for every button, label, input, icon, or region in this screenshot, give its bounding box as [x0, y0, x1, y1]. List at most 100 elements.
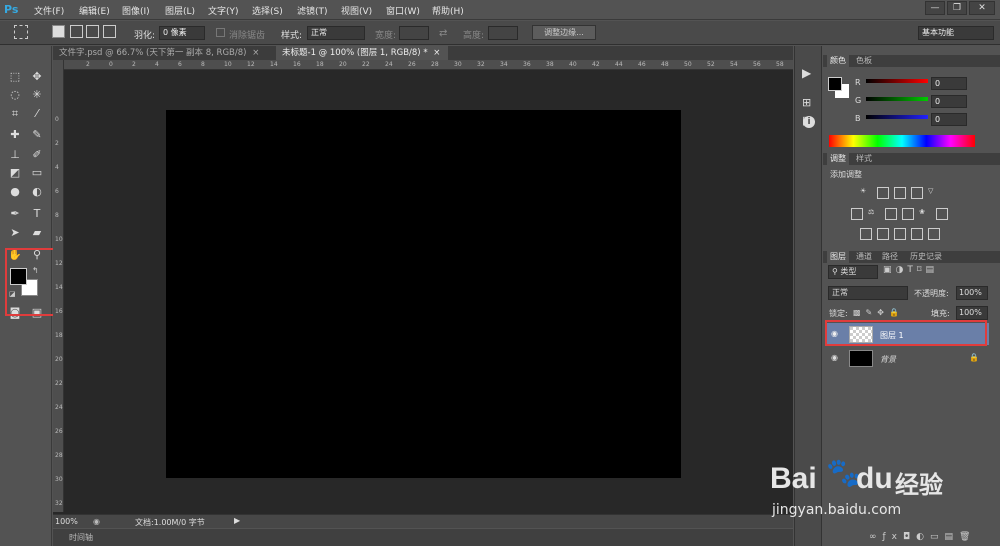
intersect-selection-icon[interactable] — [103, 25, 116, 38]
color-spectrum[interactable] — [829, 135, 975, 147]
green-slider[interactable] — [866, 97, 928, 101]
new-selection-icon[interactable] — [52, 25, 65, 38]
style-select[interactable]: 正常 — [307, 26, 365, 40]
hue-saturation-icon[interactable] — [851, 208, 863, 220]
minimize-button[interactable]: — — [925, 1, 945, 15]
layer-filter-select[interactable]: ⚲ 类型 — [828, 265, 878, 279]
tab-swatches[interactable]: 色板 — [853, 55, 875, 67]
menu-help[interactable]: 帮助(H) — [432, 4, 464, 17]
selective-color-icon[interactable] — [928, 228, 940, 240]
layer-filter-icons[interactable]: ▣◑T⌑▤ — [883, 265, 938, 275]
refine-edge-button[interactable]: 调整边缘... — [532, 25, 596, 40]
layer-row-background[interactable]: ◉ 背景 🔒 — [827, 347, 989, 369]
brightness-icon[interactable]: ☀ — [860, 187, 872, 199]
ruler-tick-label: 52 — [707, 61, 715, 68]
tab-channels[interactable]: 通道 — [853, 251, 875, 263]
blue-value[interactable]: 0 — [931, 113, 967, 126]
menu-layer[interactable]: 图层(L) — [165, 4, 195, 17]
color-fg-swatch[interactable] — [828, 77, 842, 91]
tab-document-2[interactable]: 未标题-1 @ 100% (图层 1, RGB/8) * × — [276, 46, 448, 60]
black-white-icon[interactable] — [885, 208, 897, 220]
timeline-label[interactable]: 时间轴 — [69, 532, 93, 543]
posterize-icon[interactable] — [877, 228, 889, 240]
tab-close-icon[interactable]: × — [252, 48, 259, 58]
workspace-select[interactable]: 基本功能 — [918, 26, 994, 40]
levels-icon[interactable] — [877, 187, 889, 199]
gradient-map-icon[interactable] — [911, 228, 923, 240]
restore-button[interactable]: ❐ — [947, 1, 967, 15]
menu-view[interactable]: 视图(V) — [341, 4, 372, 17]
path-select-tool-icon[interactable]: ➤ — [5, 224, 25, 242]
marquee-tool-icon[interactable]: ⬚ — [5, 68, 25, 86]
tab-layers[interactable]: 图层 — [827, 251, 849, 263]
menu-edit[interactable]: 编辑(E) — [79, 4, 110, 17]
crop-tool-icon[interactable]: ⌗ — [5, 105, 25, 123]
close-button[interactable]: ✕ — [969, 1, 995, 15]
healing-brush-tool-icon[interactable]: ✚ — [5, 126, 25, 144]
antialias-checkbox[interactable] — [216, 28, 225, 37]
blur-tool-icon[interactable]: ● — [5, 183, 25, 201]
blend-mode-select[interactable]: 正常 — [828, 286, 908, 300]
lasso-tool-icon[interactable]: ◌ — [5, 86, 25, 104]
invert-icon[interactable] — [860, 228, 872, 240]
tab-close-icon[interactable]: × — [433, 48, 440, 58]
brush-preset-icon[interactable]: ⊞ — [802, 96, 811, 109]
shape-tool-icon[interactable]: ▰ — [27, 224, 47, 242]
tab-document-1[interactable]: 文件字.psd @ 66.7% (天下第一 副本 8, RGB/8) × — [53, 46, 275, 60]
green-value[interactable]: 0 — [931, 95, 967, 108]
brush-tool-icon[interactable]: ✎ — [27, 126, 47, 144]
status-icon[interactable]: ◉ — [93, 517, 100, 526]
pen-tool-icon[interactable]: ✒ — [5, 205, 25, 223]
curves-icon[interactable] — [894, 187, 906, 199]
history-brush-tool-icon[interactable]: ✐ — [27, 146, 47, 164]
menu-select[interactable]: 选择(S) — [252, 4, 283, 17]
visibility-eye-icon[interactable]: ◉ — [831, 353, 838, 362]
add-selection-icon[interactable] — [70, 25, 83, 38]
type-tool-icon[interactable]: T — [27, 205, 47, 223]
feather-input[interactable]: 0 像素 — [159, 26, 205, 40]
eyedropper-tool-icon[interactable]: ⁄ — [27, 105, 47, 123]
info-icon[interactable]: i — [803, 116, 815, 128]
layer-bottom-icons[interactable]: ∞ƒx◘◐▭▤🗑 — [869, 532, 976, 542]
zoom-level[interactable]: 100% — [55, 517, 78, 526]
lock-icons[interactable]: ▩✎✥🔒 — [853, 308, 904, 317]
fill-input[interactable]: 100% — [956, 306, 988, 320]
height-input[interactable] — [488, 26, 518, 40]
clone-stamp-tool-icon[interactable]: ⊥ — [5, 146, 25, 164]
magic-wand-tool-icon[interactable]: ✳ — [27, 86, 47, 104]
blue-slider[interactable] — [866, 115, 928, 119]
move-tool-icon[interactable]: ✥ — [27, 68, 47, 86]
play-icon[interactable]: ▶ — [802, 66, 811, 80]
status-menu-arrow-icon[interactable]: ▶ — [234, 516, 240, 525]
menu-image[interactable]: 图像(I) — [122, 4, 150, 17]
swap-icon[interactable]: ⇄ — [439, 28, 447, 39]
menu-type[interactable]: 文字(Y) — [208, 4, 239, 17]
foreground-color-swatch[interactable] — [10, 268, 27, 285]
vibrance-icon[interactable]: ▽ — [928, 187, 940, 199]
exposure-icon[interactable] — [911, 187, 923, 199]
color-lookup-icon[interactable] — [936, 208, 948, 220]
tab-color[interactable]: 颜色 — [827, 55, 849, 67]
layer-name[interactable]: 背景 — [880, 354, 896, 365]
tab-adjustments[interactable]: 调整 — [827, 153, 849, 165]
gradient-tool-icon[interactable]: ▭ — [27, 164, 47, 182]
subtract-selection-icon[interactable] — [86, 25, 99, 38]
width-input[interactable] — [399, 26, 429, 40]
menu-window[interactable]: 窗口(W) — [386, 4, 420, 17]
photo-filter-icon[interactable] — [902, 208, 914, 220]
menu-filter[interactable]: 滤镜(T) — [297, 4, 328, 17]
menu-file[interactable]: 文件(F) — [34, 4, 64, 17]
color-balance-icon[interactable]: ⚖ — [868, 208, 880, 220]
red-slider[interactable] — [866, 79, 928, 83]
tab-paths[interactable]: 路径 — [879, 251, 901, 263]
tab-history[interactable]: 历史记录 — [907, 251, 945, 263]
marquee-preset-icon[interactable] — [14, 25, 28, 39]
tab-styles[interactable]: 样式 — [853, 153, 875, 165]
channel-mixer-icon[interactable]: ❀ — [919, 208, 931, 220]
dodge-tool-icon[interactable]: ◐ — [27, 183, 47, 201]
red-value[interactable]: 0 — [931, 77, 967, 90]
canvas[interactable] — [166, 110, 681, 478]
opacity-input[interactable]: 100% — [956, 286, 988, 300]
eraser-tool-icon[interactable]: ◩ — [5, 164, 25, 182]
threshold-icon[interactable] — [894, 228, 906, 240]
